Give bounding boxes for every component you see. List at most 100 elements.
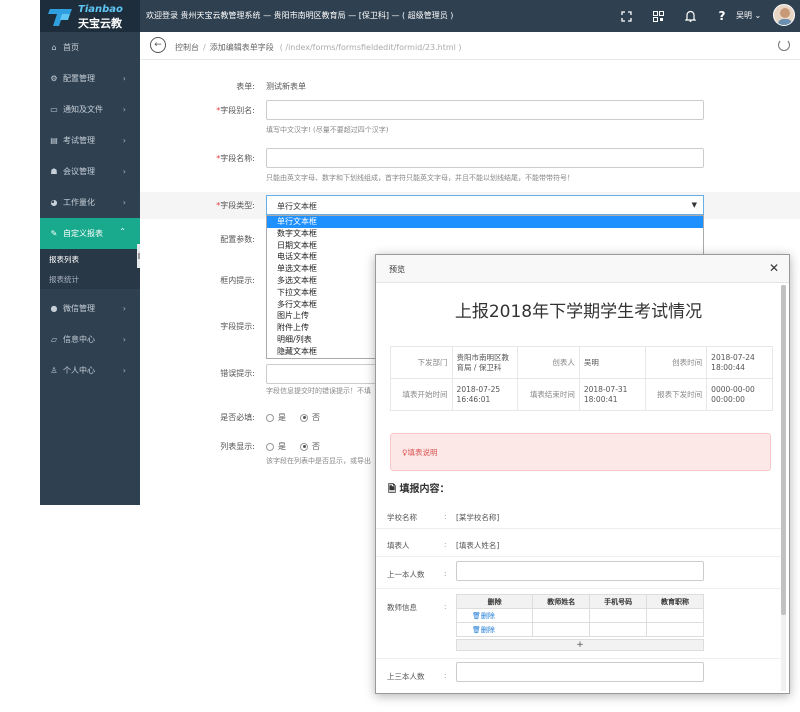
- user-menu[interactable]: 吴明 ⌄: [736, 10, 761, 21]
- type-label: *字段类型:: [216, 201, 255, 210]
- sidebar-item-meeting[interactable]: ☗ 会议管理 ›: [40, 156, 140, 187]
- chevron-right-icon: ›: [122, 366, 126, 375]
- sidebar-item-wechat[interactable]: ● 微信管理 ›: [40, 293, 140, 324]
- prev1-input[interactable]: [456, 561, 704, 581]
- required-yes-radio[interactable]: [266, 413, 274, 422]
- sidebar-item-personal[interactable]: ♙ 个人中心 ›: [40, 355, 140, 386]
- chevron-down-icon: ⌄: [754, 11, 762, 20]
- sidebar-item-info-center[interactable]: ▱ 信息中心 ›: [40, 324, 140, 355]
- table-row: 填表开始时间 2018-07-25 16:46:01 填表结束时间 2018-0…: [390, 378, 773, 411]
- prev3-input[interactable]: [456, 662, 704, 682]
- name-input[interactable]: [266, 148, 704, 168]
- home-icon: ⌂: [51, 43, 57, 52]
- welcome-text: 欢迎登录 贵州天宝云教管理系统 — 贵阳市南明区教育局 — [保卫科] — ( …: [146, 11, 454, 20]
- form-row-alias: *字段别名: 填写中文汉字! (尽量不要超过四个汉字): [140, 100, 800, 140]
- folder-icon: ▭: [50, 105, 58, 114]
- sidebar-item-custom-report[interactable]: ✎ 自定义报表 ⌃: [40, 218, 140, 249]
- bell-icon[interactable]: [674, 8, 706, 24]
- chevron-up-icon: ⌃: [119, 227, 126, 236]
- sidebar-item-config[interactable]: ⚙ 配置管理 ›: [40, 63, 140, 94]
- preview-row-filler: 填表人 : [填表人姓名]: [376, 531, 781, 557]
- alias-help: 填写中文汉字! (尽量不要超过四个汉字): [266, 126, 389, 134]
- modal-header: 预览 ✕: [376, 255, 789, 283]
- user-icon: ♙: [50, 366, 58, 375]
- preview-modal: 预览 ✕ 上报2018年下学期学生考试情况 下发部门 贵阳市南明区教育局 / 保…: [375, 254, 790, 694]
- sidebar-item-home[interactable]: ⌂ 首页: [40, 32, 140, 63]
- alert-text: ♀填表说明: [402, 448, 438, 457]
- book-icon: ▤: [50, 136, 58, 145]
- logo-cn: 天宝云教: [78, 17, 122, 30]
- filler-value: [填表人姓名]: [456, 541, 500, 550]
- delete-row-button[interactable]: 🗑删除: [455, 608, 534, 623]
- table-header: 删除 教师姓名 手机号码 教育职称: [455, 594, 704, 609]
- table-row: 下发部门 贵阳市南明区教育局 / 保卫科 创表人 吴明 创表时间 2018-07…: [390, 346, 773, 379]
- plus-icon: +: [576, 640, 584, 650]
- arrow-left-icon: ←: [154, 40, 162, 50]
- required-no-radio[interactable]: [300, 413, 308, 422]
- users-icon: ☗: [50, 167, 58, 176]
- inner-tip-label: 框内提示:: [220, 276, 255, 285]
- type-option[interactable]: 单行文本框: [267, 216, 703, 228]
- sidebar-item-notice[interactable]: ▭ 通知及文件 ›: [40, 94, 140, 125]
- fullscreen-icon[interactable]: [610, 8, 642, 24]
- list-show-yes-radio[interactable]: [266, 442, 274, 451]
- modal-title: 预览: [389, 265, 405, 274]
- teacher-table: 删除 教师姓名 手机号码 教育职称 🗑删除 🗑删除: [455, 594, 704, 637]
- pie-icon: ◕: [50, 198, 58, 207]
- scrollbar-thumb[interactable]: [781, 285, 786, 615]
- wechat-icon: ●: [50, 304, 58, 313]
- required-label: 是否必填:: [220, 413, 255, 422]
- field-tip-label: 字段提示:: [220, 322, 255, 331]
- refresh-icon[interactable]: [778, 39, 790, 51]
- type-option[interactable]: 日期文本框: [267, 240, 703, 252]
- caret-down-icon: ▼: [691, 201, 697, 209]
- section-title: 🗎 填报内容：: [388, 484, 450, 495]
- form-label: 表单:: [236, 82, 255, 91]
- logo-en: Tianbao: [78, 4, 123, 15]
- avatar[interactable]: [773, 4, 795, 26]
- type-select[interactable]: 单行文本框 ▼: [266, 195, 704, 215]
- preview-row-prev1: 上一本人数 :: [376, 557, 781, 589]
- alias-input[interactable]: [266, 100, 704, 120]
- instructions-alert: ♀填表说明: [390, 433, 771, 471]
- list-show-no-radio[interactable]: [300, 442, 308, 451]
- back-button[interactable]: ←: [150, 37, 166, 53]
- add-row-button[interactable]: +: [456, 639, 704, 651]
- list-show-help: 该字段在列表中是否显示，或导出: [266, 457, 371, 465]
- sidebar-item-workload[interactable]: ◕ 工作量化 ›: [40, 187, 140, 218]
- chevron-right-icon: ›: [122, 74, 126, 83]
- table-row: 🗑删除: [455, 622, 704, 637]
- gear-icon: ⚙: [50, 74, 58, 83]
- error-tip-help: 字段信息提交时的错误提示！不填: [266, 387, 371, 395]
- chevron-right-icon: ›: [122, 105, 126, 114]
- trash-icon: 🗑: [472, 625, 481, 634]
- error-tip-label: 错误提示:: [220, 369, 255, 378]
- logo[interactable]: Tianbao 天宝云教: [40, 0, 140, 32]
- preview-heading: 上报2018年下学期学生考试情况: [454, 302, 703, 322]
- breadcrumb-home[interactable]: 控制台: [175, 43, 199, 52]
- sidebar-subitem-report-list[interactable]: 报表列表: [40, 249, 140, 269]
- name-label: *字段名称:: [216, 154, 255, 163]
- modal-scrollbar[interactable]: [781, 285, 786, 691]
- chevron-right-icon: ›: [122, 198, 126, 207]
- preview-row-school: 学校名称 : [某学校名称]: [376, 503, 781, 529]
- edit-icon: ✎: [50, 229, 58, 238]
- preview-row-prev3: 上三本人数 :: [376, 659, 781, 693]
- top-bar: Tianbao 天宝云教 欢迎登录 贵州天宝云教管理系统 — 贵阳市南明区教育局…: [40, 0, 800, 32]
- school-value: [某学校名称]: [456, 513, 500, 522]
- sidebar: ⌂ 首页 ⚙ 配置管理 › ▭ 通知及文件 › ▤ 考试管理 › ☗ 会议管理 › ◕ 工作量化 › …: [40, 32, 140, 505]
- top-icons: ?: [610, 8, 738, 24]
- breadcrumb-path: ( /index/forms/formsfieldedit/formid/23.…: [279, 43, 462, 52]
- sidebar-subitem-report-stats[interactable]: 报表统计: [40, 269, 140, 289]
- type-option[interactable]: 数字文本框: [267, 228, 703, 240]
- help-icon[interactable]: ?: [706, 8, 738, 24]
- info-table: 下发部门 贵阳市南明区教育局 / 保卫科 创表人 吴明 创表时间 2018-07…: [390, 346, 773, 411]
- breadcrumb-current: 添加编辑表单字段: [209, 43, 274, 52]
- qrcode-icon[interactable]: [642, 8, 674, 24]
- close-icon[interactable]: ✕: [769, 261, 779, 275]
- chevron-right-icon: ›: [122, 136, 126, 145]
- table-row: 🗑删除: [455, 608, 704, 623]
- sidebar-item-exam[interactable]: ▤ 考试管理 ›: [40, 125, 140, 156]
- delete-row-button[interactable]: 🗑删除: [455, 622, 534, 637]
- trash-icon: 🗑: [472, 611, 481, 620]
